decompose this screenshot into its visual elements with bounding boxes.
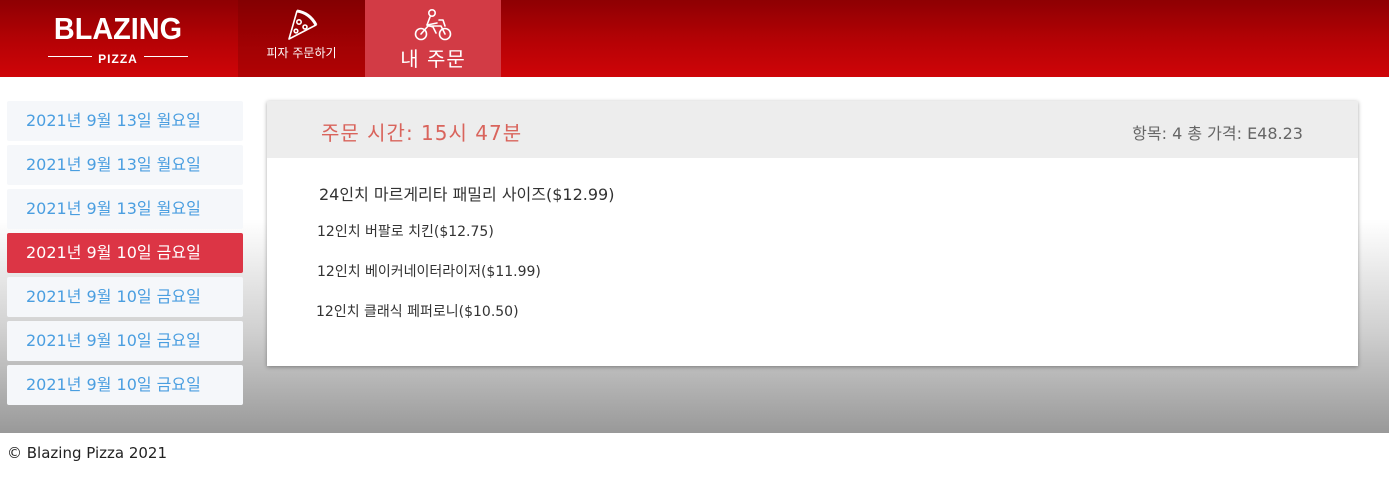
order-item: 12인치 클래식 페퍼로니($10.50)	[316, 304, 519, 320]
order-list-item-active[interactable]: 2021년 9월 10일 금요일	[7, 233, 243, 273]
order-list-item[interactable]: 2021년 9월 10일 금요일	[7, 321, 243, 361]
order-list-sidebar: 2021년 9월 13일 월요일 2021년 9월 13일 월요일 2021년 …	[7, 101, 243, 409]
nav-my-orders[interactable]: 내 주문	[365, 0, 501, 77]
logo-divider-left	[48, 56, 92, 57]
order-list-item[interactable]: 2021년 9월 10일 금요일	[7, 277, 243, 317]
order-item: 12인치 베이커네이터라이저($11.99)	[317, 264, 541, 280]
order-item-list: 24인치 마르게리타 패밀리 사이즈($12.99) 12인치 버팔로 치킨($…	[316, 181, 615, 341]
nav-order-pizza[interactable]: 피자 주문하기	[238, 0, 365, 77]
brand-logo[interactable]: BLAZING PIZZA	[46, 11, 190, 66]
nav-order-pizza-label: 피자 주문하기	[266, 46, 337, 60]
brand-name: BLAZING	[53, 11, 183, 46]
logo-divider-right	[144, 56, 188, 57]
brand-sub: PIZZA	[98, 52, 138, 66]
nav-my-orders-label: 내 주문	[400, 47, 466, 71]
order-list-item[interactable]: 2021년 9월 13일 월요일	[7, 145, 243, 185]
order-list-item[interactable]: 2021년 9월 10일 금요일	[7, 365, 243, 405]
top-bar: BLAZING PIZZA 피자 주문하기 내 주문	[0, 0, 1389, 92]
order-list-item[interactable]: 2021년 9월 13일 월요일	[7, 101, 243, 141]
order-item: 12인치 버팔로 치킨($12.75)	[317, 224, 494, 240]
motorbike-delivery-icon	[414, 8, 452, 41]
order-detail-header: 주문 시간: 15시 47분 항목: 4 총 가격: E48.23	[267, 101, 1358, 158]
order-item: 24인치 마르게리타 패밀리 사이즈($12.99)	[319, 185, 615, 204]
order-detail-panel: 주문 시간: 15시 47분 항목: 4 총 가격: E48.23 24인치 마…	[267, 101, 1358, 366]
footer-copyright: © Blazing Pizza 2021	[7, 444, 168, 462]
order-summary: 항목: 4 총 가격: E48.23	[1132, 124, 1303, 143]
order-time: 주문 시간: 15시 47분	[321, 121, 523, 145]
pizza-slice-icon	[288, 9, 318, 40]
order-list-item[interactable]: 2021년 9월 13일 월요일	[7, 189, 243, 229]
